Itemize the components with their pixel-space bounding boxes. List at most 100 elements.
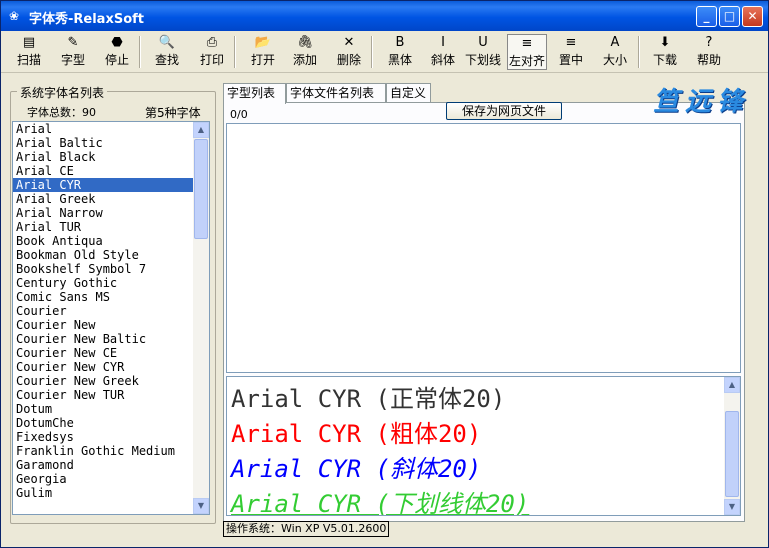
font-list-item[interactable]: Arial Greek bbox=[13, 192, 193, 206]
printer-scan-icon: ▤ bbox=[22, 35, 36, 50]
sample-preview[interactable]: Arial CYR (正常体20) Arial CYR (粗体20) Arial… bbox=[226, 376, 741, 516]
toolbar-separator bbox=[139, 36, 141, 68]
bold-icon: B bbox=[395, 35, 405, 50]
delete-x-icon: ✕ bbox=[343, 35, 355, 50]
toolbar-label: 打开 bbox=[250, 53, 275, 67]
toolbar-button-8[interactable]: ✕ 删除 bbox=[333, 34, 365, 70]
save-as-webpage-button[interactable]: 保存为网页文件 bbox=[446, 102, 562, 120]
font-list-item[interactable]: Garamond bbox=[13, 458, 193, 472]
toolbar-label: 下载 bbox=[652, 53, 677, 67]
tab-font-file-list[interactable]: 字体文件名列表 bbox=[286, 83, 386, 102]
toolbar-button-13[interactable]: ≡ 置中 bbox=[555, 34, 587, 70]
sample-scroll-up-icon[interactable]: ▲ bbox=[724, 377, 740, 393]
sample-scrollbar[interactable]: ▲ ▼ bbox=[724, 377, 740, 515]
font-list-item[interactable]: Arial CYR bbox=[13, 178, 193, 192]
sample-normal: Arial CYR (正常体20) bbox=[231, 385, 506, 413]
font-list-item[interactable]: Courier New Greek bbox=[13, 374, 193, 388]
toolbar-label: 扫描 bbox=[16, 53, 41, 67]
font-listbox[interactable]: Arial Arial Baltic Arial Black Arial CE Aria… bbox=[12, 121, 210, 515]
font-list-item[interactable]: DotumChe bbox=[13, 416, 193, 430]
main-window: ❀ 字体秀-RelaxSoft _ □ ✕ ▤ 扫描 ✎ 字型 ⬣ 停止 🔍 查找 ⎙ 打印 📂 打开… bbox=[0, 0, 769, 548]
toolbar-button-6[interactable]: 📂 打开 bbox=[247, 34, 279, 70]
toolbar-label: 置中 bbox=[558, 53, 583, 67]
font-list-item[interactable]: Arial bbox=[13, 122, 193, 136]
scroll-thumb[interactable] bbox=[194, 139, 208, 239]
toolbar-label: 大小 bbox=[602, 53, 627, 67]
toolbar-label: 添加 bbox=[292, 53, 317, 67]
toolbar-button-11[interactable]: U 下划线 bbox=[464, 34, 502, 70]
maximize-button[interactable]: □ bbox=[719, 6, 740, 27]
font-list-item[interactable]: Bookman Old Style bbox=[13, 248, 193, 262]
scroll-up-icon[interactable]: ▲ bbox=[193, 122, 209, 138]
toolbar-button-7[interactable]: 🖇 添加 bbox=[289, 34, 321, 70]
download-icon: ⬇ bbox=[659, 35, 671, 50]
font-list-item[interactable]: Arial Black bbox=[13, 150, 193, 164]
toolbar-button-16[interactable]: ? 帮助 bbox=[693, 34, 725, 70]
underline-icon: U bbox=[478, 35, 488, 50]
find-icon: 🔍 bbox=[158, 35, 176, 50]
toolbar: ▤ 扫描 ✎ 字型 ⬣ 停止 🔍 查找 ⎙ 打印 📂 打开 🖇 添加 ✕ 删除 B 黑体 I 斜体 U 下划线 ≡ 左对齐 ≡ 置… bbox=[1, 32, 768, 73]
font-list-item[interactable]: Courier New CE bbox=[13, 346, 193, 360]
sample-scroll-down-icon[interactable]: ▼ bbox=[724, 499, 740, 515]
sample-bold: Arial CYR (粗体20) bbox=[231, 420, 482, 448]
font-list-item[interactable]: Courier New Baltic bbox=[13, 332, 193, 346]
toolbar-label: 查找 bbox=[154, 53, 179, 67]
toolbar-separator bbox=[371, 36, 373, 68]
align-left-icon: ≡ bbox=[521, 36, 533, 51]
toolbar-label: 打印 bbox=[199, 53, 224, 67]
toolbar-button-3[interactable]: ⬣ 停止 bbox=[101, 34, 133, 70]
toolbar-separator bbox=[638, 36, 640, 68]
font-list-item[interactable]: Century Gothic bbox=[13, 276, 193, 290]
toolbar-label: 字型 bbox=[60, 53, 85, 67]
stop-icon: ⬣ bbox=[111, 35, 123, 50]
close-button[interactable]: ✕ bbox=[742, 6, 763, 27]
tab-custom[interactable]: 自定义 bbox=[386, 83, 431, 102]
font-list-scrollbar[interactable]: ▲ ▼ bbox=[193, 122, 209, 514]
open-folder-icon: 📂 bbox=[254, 35, 272, 50]
font-list-item[interactable]: Arial Narrow bbox=[13, 206, 193, 220]
toolbar-button-5[interactable]: ⎙ 打印 bbox=[196, 34, 228, 70]
scroll-down-icon[interactable]: ▼ bbox=[193, 498, 209, 514]
preview-area[interactable] bbox=[226, 123, 741, 373]
font-list-item[interactable]: Courier bbox=[13, 304, 193, 318]
paperclip-icon: 🖇 bbox=[296, 35, 314, 50]
font-list-group-title: 系统字体名列表 bbox=[17, 84, 108, 101]
font-list-item[interactable]: Fixedsys bbox=[13, 430, 193, 444]
toolbar-button-14[interactable]: A 大小 bbox=[599, 34, 631, 70]
toolbar-label: 下划线 bbox=[464, 53, 501, 67]
toolbar-label: 黑体 bbox=[387, 53, 412, 67]
tab-font-list[interactable]: 字型列表 bbox=[223, 83, 286, 104]
font-list-item[interactable]: Courier New TUR bbox=[13, 388, 193, 402]
toolbar-button-1[interactable]: ▤ 扫描 bbox=[13, 34, 45, 70]
toolbar-button-9[interactable]: B 黑体 bbox=[384, 34, 416, 70]
font-list-item[interactable]: Courier New bbox=[13, 318, 193, 332]
font-list-item[interactable]: Arial CE bbox=[13, 164, 193, 178]
toolbar-button-10[interactable]: I 斜体 bbox=[427, 34, 459, 70]
page-ratio: 0/0 bbox=[230, 108, 248, 121]
toolbar-button-12[interactable]: ≡ 左对齐 bbox=[507, 34, 547, 70]
sample-scroll-thumb[interactable] bbox=[725, 411, 739, 497]
signature-logo: 笪远锋 bbox=[653, 87, 750, 117]
window-title: 字体秀-RelaxSoft bbox=[29, 12, 145, 27]
toolbar-label: 左对齐 bbox=[508, 54, 545, 68]
toolbar-button-4[interactable]: 🔍 查找 bbox=[151, 34, 183, 70]
toolbar-button-15[interactable]: ⬇ 下载 bbox=[649, 34, 681, 70]
font-list-item[interactable]: Georgia bbox=[13, 472, 193, 486]
font-list-item[interactable]: Comic Sans MS bbox=[13, 290, 193, 304]
minimize-button[interactable]: _ bbox=[696, 6, 717, 27]
font-list-item[interactable]: Arial TUR bbox=[13, 220, 193, 234]
font-list-item[interactable]: Franklin Gothic Medium bbox=[13, 444, 193, 458]
sample-italic: Arial CYR (斜体20) bbox=[231, 455, 482, 483]
font-list-item[interactable]: Bookshelf Symbol 7 bbox=[13, 262, 193, 276]
font-list-item[interactable]: Gulim bbox=[13, 486, 193, 500]
font-list-item[interactable]: Book Antiqua bbox=[13, 234, 193, 248]
font-list-item[interactable]: Dotum bbox=[13, 402, 193, 416]
font-list-item[interactable]: Arial Baltic bbox=[13, 136, 193, 150]
font-style-icon: ✎ bbox=[67, 35, 79, 50]
title-bar[interactable]: ❀ 字体秀-RelaxSoft _ □ ✕ bbox=[1, 1, 768, 31]
sample-underline: Arial CYR (下划线体20) bbox=[231, 490, 530, 516]
app-icon: ❀ bbox=[8, 9, 20, 23]
toolbar-button-2[interactable]: ✎ 字型 bbox=[57, 34, 89, 70]
font-list-item[interactable]: Courier New CYR bbox=[13, 360, 193, 374]
toolbar-label: 删除 bbox=[336, 53, 361, 67]
